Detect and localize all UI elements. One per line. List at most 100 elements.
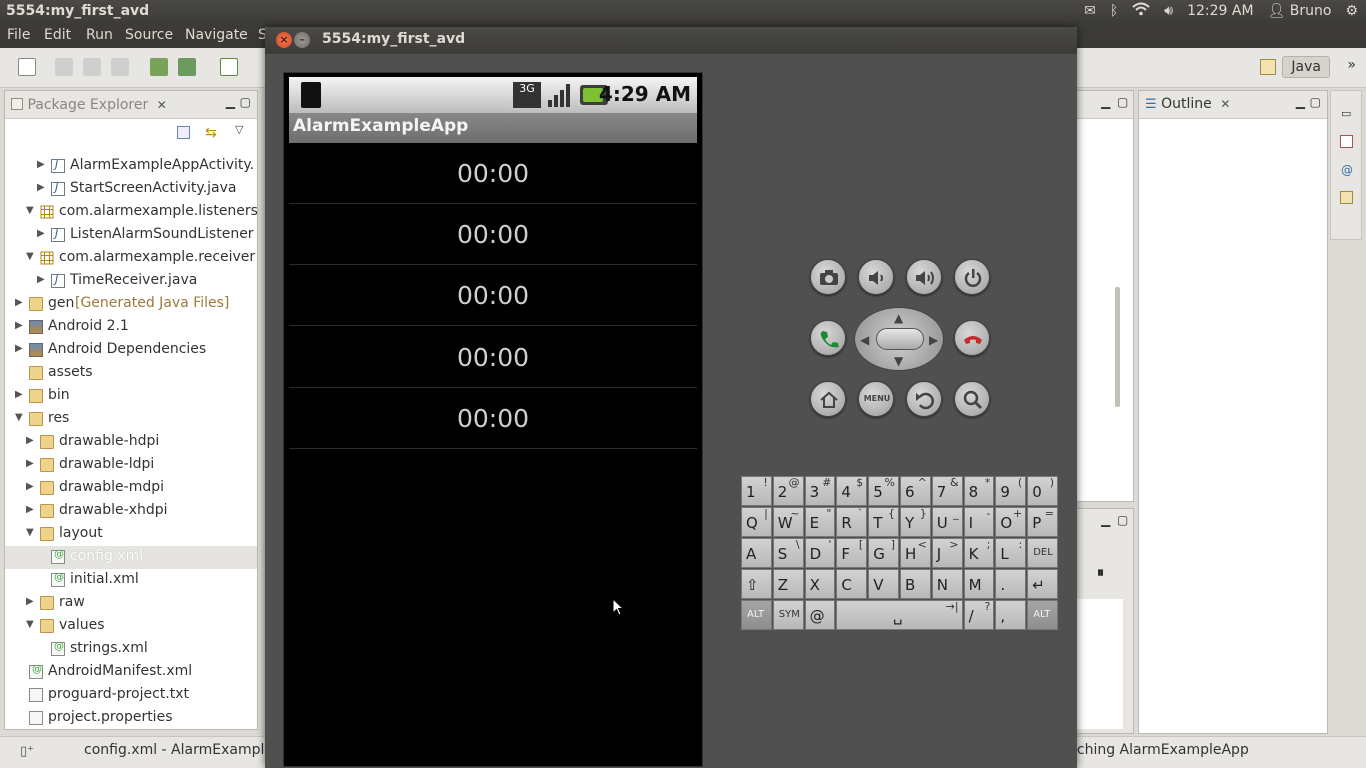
gear-icon[interactable]: ⚙ (1345, 3, 1358, 19)
emulator-titlebar[interactable]: × – 5554:my_first_avd (265, 27, 1077, 54)
open-perspective-icon[interactable] (1260, 59, 1277, 75)
expand-right-icon[interactable]: ▶ (37, 182, 47, 193)
keyboard-key[interactable]: A (741, 538, 772, 568)
keyboard-key[interactable]: ALT (741, 600, 772, 630)
expand-down-icon[interactable]: ▼ (15, 412, 25, 423)
package-explorer-tab[interactable]: Package Explorer ✕ (5, 93, 175, 117)
collapse-all-icon[interactable] (177, 126, 190, 139)
link-with-editor-icon[interactable]: ⇆ (205, 125, 217, 141)
expand-down-icon[interactable]: ▼ (26, 205, 36, 216)
more-chevron-icon[interactable]: » (1347, 57, 1356, 73)
keyboard-key[interactable]: O + (995, 507, 1027, 537)
close-icon[interactable]: ✕ (157, 98, 167, 112)
tree-row[interactable]: ▼ com.alarmexample.receiver (5, 247, 257, 270)
vertical-scrollbar[interactable] (1115, 287, 1120, 407)
expand-right-icon[interactable]: ▶ (15, 320, 25, 331)
expand-right-icon[interactable]: ▶ (26, 504, 36, 515)
volume-up-button[interactable] (906, 259, 942, 295)
expand-right-icon[interactable]: ▶ (37, 159, 47, 170)
end-call-button[interactable] (954, 320, 990, 356)
keyboard-key[interactable]: Z (772, 569, 804, 599)
keyboard-key[interactable]: T{ (868, 507, 899, 537)
tree-row[interactable]: ▶ Android 2.1 (5, 316, 257, 339)
wifi-icon[interactable] (1132, 2, 1150, 20)
menu-file[interactable]: File (7, 27, 30, 43)
close-icon[interactable]: ✕ (1220, 97, 1230, 111)
keyboard-key[interactable]: , (995, 600, 1027, 630)
keyboard-key[interactable]: 0) (1027, 476, 1058, 506)
tree-row[interactable]: ▼ values (5, 615, 257, 638)
keyboard-key[interactable]: U _ (931, 507, 963, 537)
save-all-icon[interactable] (83, 58, 101, 76)
expand-right-icon[interactable]: ▶ (26, 458, 36, 469)
view-menu-icon[interactable]: ▽ (235, 123, 243, 136)
call-button[interactable] (810, 320, 846, 356)
expand-right-icon[interactable]: ▶ (26, 481, 36, 492)
expand-right-icon[interactable]: ▶ (15, 297, 25, 308)
tree-row[interactable]: ▼ com.alarmexample.listeners (5, 201, 257, 224)
search-button[interactable] (954, 381, 990, 417)
minimize-window-button[interactable]: – (294, 32, 310, 48)
keyboard-key[interactable]: DEL (1027, 538, 1058, 568)
camera-button[interactable] (810, 259, 846, 295)
dpad-down-icon[interactable]: ▼ (894, 354, 903, 368)
menu-source[interactable]: Source (125, 27, 173, 43)
keyboard-key[interactable]: N (931, 569, 963, 599)
tree-row[interactable]: AndroidManifest.xml (5, 661, 257, 684)
keyboard-key[interactable]: L: (995, 538, 1027, 568)
alarm-row[interactable]: 00:00 (289, 204, 697, 265)
expand-down-icon[interactable]: ▼ (26, 619, 36, 630)
dpad[interactable]: ▲ ▼ ◀ ▶ (854, 307, 944, 371)
tree-row[interactable]: ▶ StartScreenActivity.java (5, 178, 257, 201)
close-window-button[interactable]: × (276, 32, 292, 48)
keyboard-key[interactable]: 8 * (963, 476, 995, 506)
tree-row[interactable]: ▶ TimeReceiver.java (5, 270, 257, 293)
tree-row[interactable]: ▶ ListenAlarmSoundListener (5, 224, 257, 247)
tree-row[interactable]: ▶ drawable-xhdpi (5, 500, 257, 523)
keyboard-key[interactable]: I- (963, 507, 995, 537)
dpad-up-icon[interactable]: ▲ (894, 311, 903, 325)
keyboard-key[interactable]: 6 ^ (900, 476, 931, 506)
avd-manager-icon[interactable] (178, 58, 196, 76)
keyboard-key[interactable]: X (804, 569, 836, 599)
minimize-icon[interactable]: ▁ (226, 95, 235, 109)
tree-row[interactable]: assets (5, 362, 257, 385)
minimize-icon[interactable]: ▁ (1101, 513, 1110, 527)
maximize-icon[interactable]: ▢ (240, 95, 251, 109)
bluetooth-icon[interactable]: ᛒ (1110, 3, 1118, 19)
keyboard-key[interactable]: 3 # (804, 476, 836, 506)
tree-row[interactable]: strings.xml (5, 638, 257, 661)
keyboard-key[interactable]: D ' (804, 538, 836, 568)
keyboard-key[interactable]: C (836, 569, 868, 599)
alarm-row[interactable]: 00:00 (289, 388, 697, 449)
keyboard-key[interactable]: W ~ (772, 507, 804, 537)
clock[interactable]: 12:29 AM (1187, 3, 1253, 19)
tree-row[interactable]: ▶ drawable-ldpi (5, 454, 257, 477)
keyboard-key[interactable]: J > (931, 538, 963, 568)
keyboard-key[interactable]: 2 @ (772, 476, 804, 506)
fast-view-icon[interactable]: ▯⁺ (20, 744, 34, 759)
maximize-icon[interactable]: ▢ (1117, 513, 1128, 527)
minimize-icon[interactable]: ▁ (1296, 95, 1305, 109)
keyboard-key[interactable]: V (868, 569, 899, 599)
user-menu[interactable]: 👤︎ Bruno (1268, 3, 1332, 19)
java-perspective-button[interactable]: Java (1282, 56, 1330, 78)
expand-down-icon[interactable]: ▼ (26, 527, 36, 538)
volume-icon[interactable]: 🔊︎ (1164, 3, 1173, 19)
tree-row[interactable]: ▶ drawable-mdpi (5, 477, 257, 500)
tree-row[interactable]: project.properties (5, 707, 257, 729)
tree-row[interactable]: ▶ raw (5, 592, 257, 615)
keyboard-key[interactable]: SYM (772, 600, 804, 630)
keyboard-key[interactable]: ␣ →| (836, 600, 963, 630)
alarm-row[interactable]: 00:00 (289, 327, 697, 388)
menu-button[interactable]: MENU (858, 381, 894, 417)
expand-right-icon[interactable]: ▶ (37, 228, 47, 239)
maximize-icon[interactable]: ▢ (1310, 95, 1321, 109)
keyboard-key[interactable]: 5% (868, 476, 899, 506)
tree-row[interactable]: ▼ res (5, 408, 257, 431)
keyboard-key[interactable]: K; (963, 538, 995, 568)
new-icon[interactable] (18, 58, 36, 76)
keyboard-key[interactable]: S \ (772, 538, 804, 568)
print-icon[interactable] (111, 58, 129, 76)
menu-edit[interactable]: Edit (44, 27, 71, 43)
